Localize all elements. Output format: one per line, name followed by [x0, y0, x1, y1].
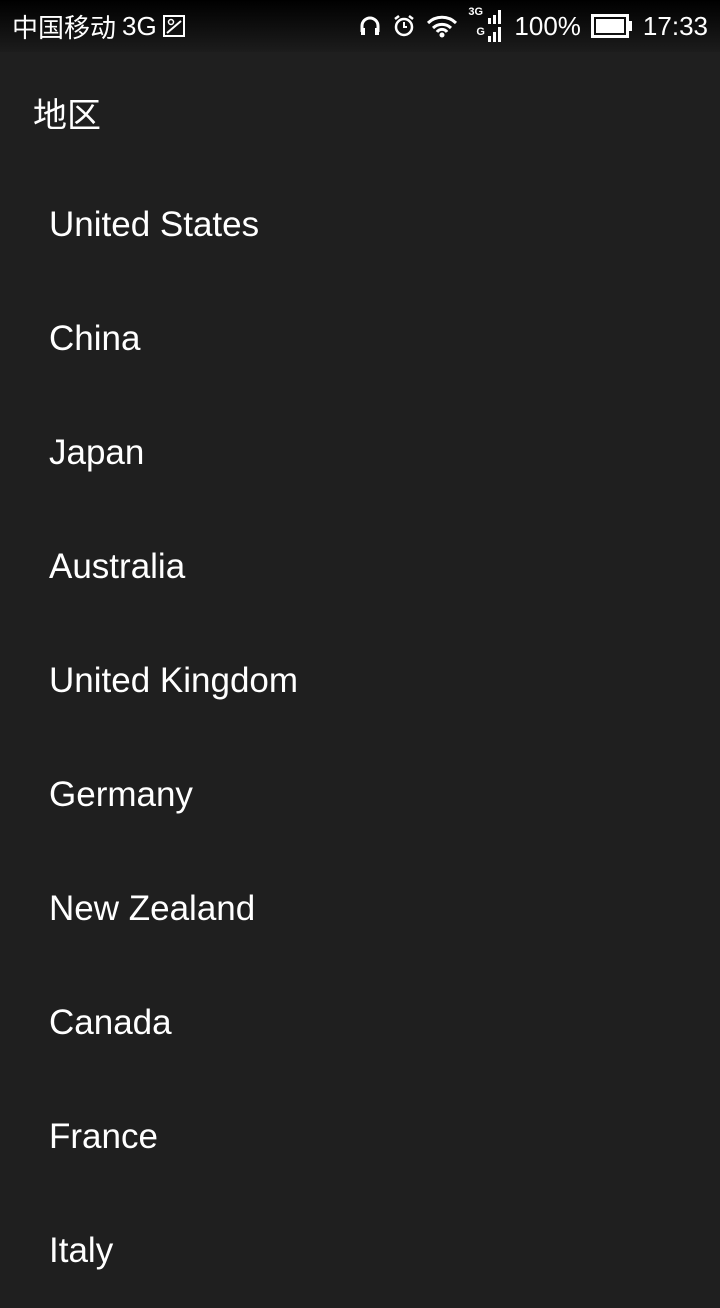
- clock: 17:33: [642, 10, 708, 41]
- image-notification-icon: [162, 15, 185, 37]
- region-item[interactable]: France: [0, 1080, 720, 1194]
- region-item[interactable]: Canada: [0, 966, 720, 1080]
- page-title: 地区: [33, 97, 101, 135]
- signal-icon: 3G G: [468, 6, 504, 44]
- region-list: United States China Japan Australia Unit…: [0, 168, 720, 1308]
- network-label: 3G: [122, 10, 157, 41]
- signal-label-3g: 3G: [468, 6, 484, 18]
- battery-percent: 100%: [514, 10, 581, 41]
- region-item[interactable]: United States: [0, 168, 720, 282]
- region-item[interactable]: New Zealand: [0, 852, 720, 966]
- region-item[interactable]: Japan: [0, 396, 720, 510]
- region-item[interactable]: Australia: [0, 510, 720, 624]
- signal-label-g: G: [476, 26, 485, 38]
- status-bar: 中国移动 3G 3G G 100% 17:33: [0, 0, 720, 52]
- wifi-icon: [426, 14, 458, 38]
- region-item[interactable]: Germany: [0, 738, 720, 852]
- alarm-icon: [392, 14, 416, 38]
- region-item[interactable]: Italy: [0, 1194, 720, 1308]
- region-item[interactable]: United Kingdom: [0, 624, 720, 738]
- headphones-icon: [358, 14, 382, 38]
- carrier-label: 中国移动: [12, 12, 117, 43]
- region-item[interactable]: China: [0, 282, 720, 396]
- battery-icon: [590, 14, 633, 38]
